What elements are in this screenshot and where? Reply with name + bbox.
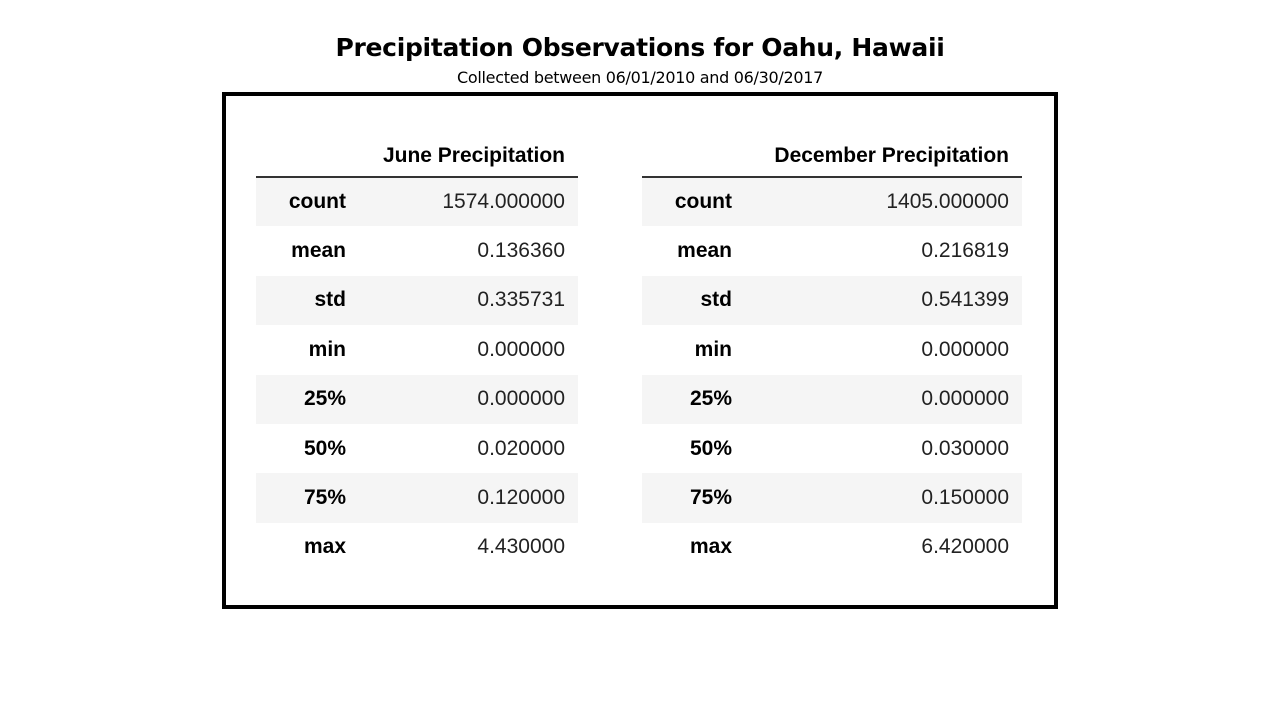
row-value: 0.000000: [477, 387, 565, 411]
row-value: 0.000000: [921, 337, 1009, 361]
table-row: 25% 0.000000: [256, 374, 578, 424]
row-label: 25%: [689, 387, 732, 411]
table-row: 75% 0.120000: [256, 473, 578, 523]
row-value: 6.420000: [921, 535, 1009, 559]
row-label: count: [288, 190, 346, 214]
row-value: 0.000000: [477, 337, 565, 361]
column-header: December Precipitation: [745, 136, 1022, 178]
column-header: June Precipitation: [359, 136, 578, 178]
table-row: count 1574.000000: [256, 177, 578, 227]
row-value: 0.335731: [477, 288, 565, 312]
table-row: std 0.335731: [256, 275, 578, 326]
table-row: max 6.420000: [642, 523, 1022, 572]
table-row: min 0.000000: [256, 325, 578, 374]
table-corner-cell: [642, 136, 745, 178]
row-value: 0.216819: [921, 239, 1009, 263]
row-label: 50%: [689, 436, 732, 460]
page-subtitle: Collected between 06/01/2010 and 06/30/2…: [457, 68, 823, 87]
stats-frame: June Precipitation count 1574.000000 mean…: [222, 92, 1058, 609]
row-value: 0.020000: [477, 436, 565, 460]
row-label: std: [314, 288, 347, 312]
table-row: 50% 0.030000: [642, 424, 1022, 473]
row-label: mean: [291, 239, 346, 263]
table-row: mean 0.136360: [256, 226, 578, 275]
december-precipitation-table: December Precipitation count 1405.000000 …: [642, 136, 1022, 572]
table-row: 75% 0.150000: [642, 473, 1022, 523]
table-corner-cell: [256, 136, 359, 178]
row-label: std: [700, 288, 733, 312]
row-value: 1405.000000: [886, 190, 1009, 214]
table-row: max 4.430000: [256, 523, 578, 572]
table-row: count 1405.000000: [642, 177, 1022, 227]
row-label: min: [308, 337, 346, 361]
row-label: min: [694, 337, 732, 361]
table-header-row: December Precipitation: [642, 136, 1022, 178]
row-label: 75%: [303, 486, 346, 510]
row-value: 1574.000000: [442, 190, 565, 214]
table-row: mean 0.216819: [642, 226, 1022, 275]
row-label: 50%: [303, 436, 346, 460]
row-value: 0.030000: [921, 436, 1009, 460]
table-row: 25% 0.000000: [642, 374, 1022, 424]
row-label: mean: [677, 239, 732, 263]
row-value: 0.541399: [921, 288, 1009, 312]
page-title: Precipitation Observations for Oahu, Haw…: [335, 33, 945, 62]
row-label: max: [689, 535, 732, 559]
june-precipitation-table: June Precipitation count 1574.000000 mean…: [256, 136, 578, 572]
row-value: 0.150000: [921, 486, 1009, 510]
row-label: 25%: [303, 387, 346, 411]
table-row: min 0.000000: [642, 325, 1022, 374]
row-value: 4.430000: [477, 535, 565, 559]
row-value: 0.000000: [921, 387, 1009, 411]
row-label: 75%: [689, 486, 732, 510]
row-value: 0.120000: [477, 486, 565, 510]
row-value: 0.136360: [477, 239, 565, 263]
row-label: count: [674, 190, 732, 214]
row-label: max: [303, 535, 346, 559]
table-header-row: June Precipitation: [256, 136, 578, 178]
table-row: std 0.541399: [642, 275, 1022, 326]
table-row: 50% 0.020000: [256, 424, 578, 473]
